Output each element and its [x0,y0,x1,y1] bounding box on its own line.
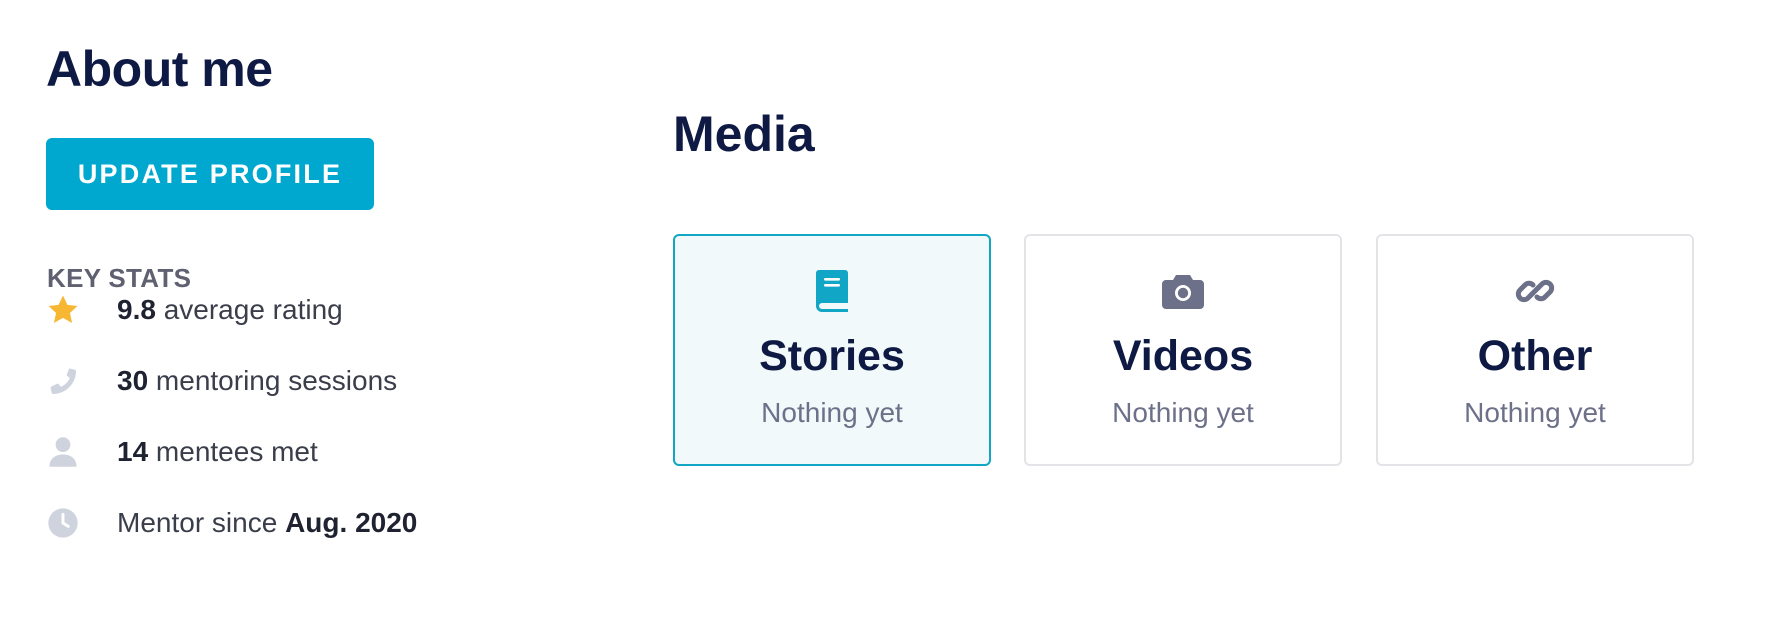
book-icon [675,270,989,312]
stat-value: 14 [117,436,149,467]
stat-text: 30 mentoring sessions [117,365,397,397]
stat-average-rating: 9.8 average rating [46,285,506,335]
stat-label: average rating [155,294,343,325]
link-icon [1378,270,1692,312]
clock-icon [46,506,80,540]
card-subtitle: Nothing yet [1112,397,1254,428]
card-title: Videos [1112,332,1254,380]
media-card-other[interactable]: Other Nothing yet [1376,234,1694,466]
stat-text: 14 mentees met [117,436,318,468]
stat-value: 30 [117,365,149,396]
stat-mentees-met: 14 mentees met [46,427,506,477]
stat-text: Mentor since Aug. 2020 [117,507,417,539]
about-me-title: About me [46,41,273,97]
stat-label: mentees met [148,436,318,467]
profile-page: About me UPDATE PROFILE KEY STATS 9.8 av… [0,0,1768,630]
phone-icon [46,364,80,398]
stat-label: mentoring sessions [148,365,398,396]
camera-icon [1026,270,1340,312]
card-subtitle: Nothing yet [1464,397,1606,428]
stat-mentor-since: Mentor since Aug. 2020 [46,498,506,548]
media-card-videos[interactable]: Videos Nothing yet [1024,234,1342,466]
stat-value: Aug. 2020 [285,507,418,538]
star-icon [46,293,80,327]
media-title: Media [673,106,815,162]
card-title: Other [1477,332,1593,380]
stat-prefix: Mentor since [117,507,286,538]
user-icon [46,435,80,469]
stat-mentoring-sessions: 30 mentoring sessions [46,356,506,406]
card-title: Stories [759,332,905,380]
stat-value: 9.8 [117,294,156,325]
update-profile-button[interactable]: UPDATE PROFILE [46,138,374,210]
card-subtitle: Nothing yet [761,397,903,428]
stat-text: 9.8 average rating [117,294,343,326]
media-card-stories[interactable]: Stories Nothing yet [673,234,991,466]
